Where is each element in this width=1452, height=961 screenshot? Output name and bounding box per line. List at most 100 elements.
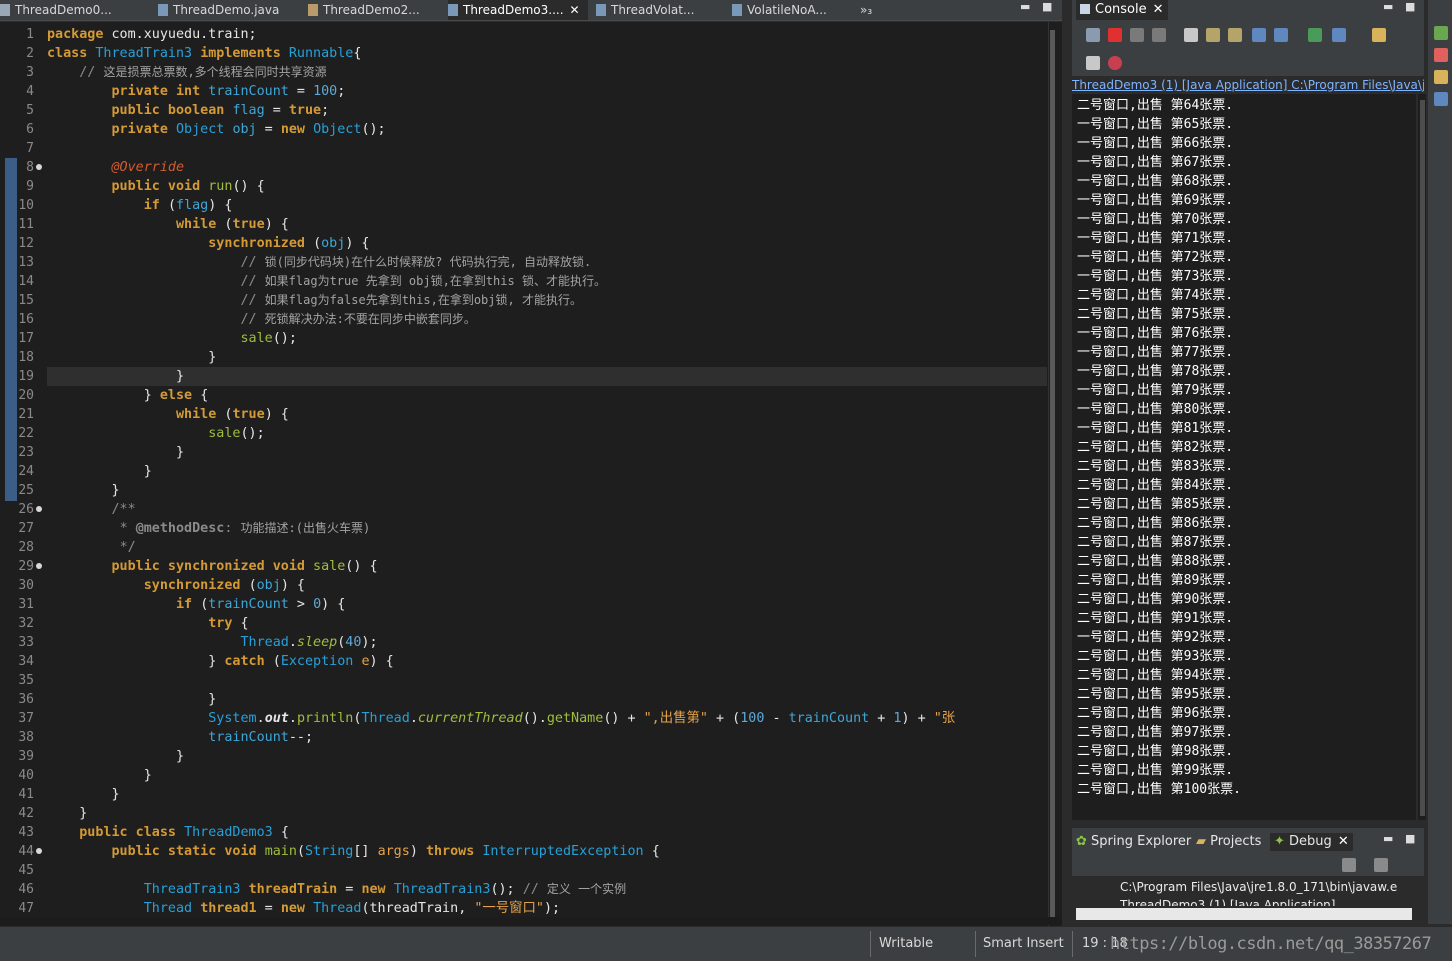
- tab-console[interactable]: Console ✕: [1076, 0, 1168, 20]
- code-line[interactable]: package com.xuyuedu.train;: [47, 25, 257, 44]
- editor-tab-threaddemo0[interactable]: ThreadDemo0...: [0, 0, 150, 20]
- clear-console-icon[interactable]: [1184, 28, 1198, 42]
- code-line[interactable]: public class ThreadDemo3 {: [47, 823, 289, 842]
- display-console-icon[interactable]: [1332, 28, 1346, 42]
- remove-all-icon[interactable]: [1152, 28, 1166, 42]
- code-line[interactable]: // 如果flag为true 先拿到 obj锁,在拿到this 锁、才能执行。: [47, 272, 605, 291]
- new-console-icon[interactable]: [1086, 56, 1100, 70]
- code-line[interactable]: Thread.sleep(40);: [47, 633, 377, 652]
- code-line[interactable]: sale();: [47, 424, 264, 443]
- code-area[interactable]: package com.xuyuedu.train; class ThreadTr…: [47, 22, 1047, 926]
- editor-tab-threaddemo3-active[interactable]: ThreadDemo3.... ✕: [448, 0, 588, 20]
- code-line[interactable]: // 如果flag为false先拿到this,在拿到obj锁, 才能执行。: [47, 291, 581, 310]
- code-line[interactable]: // 这是损票总票数,多个线程会同时共享资源: [47, 63, 326, 82]
- code-line[interactable]: }: [47, 690, 216, 709]
- code-line[interactable]: private int trainCount = 100;: [47, 82, 346, 101]
- remove-launch-icon[interactable]: [1130, 28, 1144, 42]
- code-line[interactable]: @Override: [47, 158, 185, 177]
- minimize-icon[interactable]: ▬: [1020, 1, 1030, 12]
- tab-spring-explorer[interactable]: ✿ Spring Explorer: [1076, 833, 1191, 851]
- tree-row-javaw[interactable]: C:\Program Files\Java\jre1.8.0_171\bin\j…: [1120, 880, 1410, 894]
- remove-terminated-icon[interactable]: [1342, 858, 1356, 872]
- code-line[interactable]: // 锁(同步代码块)在什么时候释放? 代码执行完, 自动释放锁.: [47, 253, 591, 272]
- code-line[interactable]: } catch (Exception e) {: [47, 652, 393, 671]
- editor-scroll-thumb[interactable]: [1050, 30, 1055, 920]
- code-line[interactable]: ThreadTrain3 threadTrain = new ThreadTra…: [47, 880, 626, 899]
- code-line[interactable]: synchronized (obj) {: [47, 234, 369, 253]
- code-line[interactable]: synchronized (obj) {: [47, 576, 305, 595]
- tasks-icon[interactable]: [1434, 70, 1448, 84]
- show-stderr-icon[interactable]: [1274, 28, 1288, 42]
- tab-debug[interactable]: ✦ Debug ✕: [1270, 833, 1353, 851]
- reload-icon[interactable]: [1086, 28, 1100, 42]
- editor-horizontal-scrollbar[interactable]: [0, 917, 1062, 925]
- console-maximize-icon[interactable]: ■: [1405, 1, 1415, 12]
- debug-tree[interactable]: C:\Program Files\Java\jre1.8.0_171\bin\j…: [1072, 876, 1424, 924]
- debug-horizontal-scrollbar[interactable]: [1076, 908, 1412, 920]
- fold-toggle-icon[interactable]: [36, 848, 42, 854]
- terminate-icon[interactable]: [1108, 28, 1122, 42]
- console-output[interactable]: 二号窗口,出售 第64张票. 一号窗口,出售 第65张票. 一号窗口,出售 第66张…: [1072, 94, 1416, 820]
- code-line[interactable]: if (trainCount > 0) {: [47, 595, 345, 614]
- code-line[interactable]: }: [47, 747, 184, 766]
- code-line[interactable]: */: [47, 538, 136, 557]
- bottom-minimize-icon[interactable]: ▬: [1383, 833, 1393, 844]
- console-minimize-icon[interactable]: ▬: [1383, 1, 1393, 12]
- editor-tab-volatilenoa[interactable]: VolatileNoA...: [732, 0, 850, 20]
- show-stdout-icon[interactable]: [1252, 28, 1266, 42]
- editor-tab-threaddemo[interactable]: ThreadDemo.java: [158, 0, 300, 20]
- code-token: Thread: [313, 901, 362, 916]
- code-line[interactable]: }: [47, 785, 119, 804]
- console-close-icon[interactable]: ✕: [1153, 2, 1164, 17]
- code-line[interactable]: /**: [47, 500, 136, 519]
- editor-tab-threaddemo2[interactable]: ThreadDemo2...: [308, 0, 446, 20]
- code-line[interactable]: private Object obj = new Object();: [47, 120, 386, 139]
- bottom-maximize-icon[interactable]: ■: [1405, 833, 1415, 844]
- code-line[interactable]: public void run() {: [47, 177, 265, 196]
- tab-close-icon[interactable]: ✕: [570, 3, 580, 17]
- code-line[interactable]: while (true) {: [47, 405, 289, 424]
- debug-bug-icon[interactable]: [1108, 56, 1122, 70]
- more-tabs-chevron-icon[interactable]: »₃: [860, 0, 890, 20]
- code-line[interactable]: }: [47, 766, 152, 785]
- code-line[interactable]: System.out.println(Thread.currentThread(…: [47, 709, 955, 728]
- code-line[interactable]: while (true) {: [47, 215, 289, 234]
- fold-toggle-icon[interactable]: [36, 563, 42, 569]
- tree-row-launch[interactable]: ThreadDemo3 (1) [Java Application]: [1120, 898, 1410, 906]
- code-line[interactable]: sale();: [47, 329, 296, 348]
- code-line[interactable]: public boolean flag = true;: [47, 101, 330, 120]
- fold-toggle-icon[interactable]: [36, 164, 42, 170]
- code-line[interactable]: class ThreadTrain3 implements Runnable{: [47, 44, 361, 63]
- code-line[interactable]: }: [47, 481, 119, 500]
- code-line[interactable]: }: [47, 348, 216, 367]
- code-line[interactable]: public synchronized void sale() {: [47, 557, 378, 576]
- console-scroll-thumb[interactable]: [1420, 100, 1425, 816]
- word-wrap-icon[interactable]: [1228, 28, 1242, 42]
- maximize-icon[interactable]: ■: [1042, 1, 1052, 12]
- code-line[interactable]: if (flag) {: [47, 196, 233, 215]
- console-output-line: 二号窗口,出售 第98张票.: [1077, 744, 1234, 759]
- scroll-lock-icon[interactable]: [1206, 28, 1220, 42]
- outline-icon[interactable]: [1434, 26, 1448, 40]
- code-line[interactable]: }: [47, 462, 152, 481]
- tab-projects[interactable]: ▰ Projects: [1196, 833, 1261, 851]
- open-console-icon[interactable]: [1372, 28, 1386, 42]
- code-editor[interactable]: 1 2 3 4 5 6 7 8 9 10 11 12 13 14 15 16 17 18 19 20 21 22 23 24 2…: [0, 21, 1062, 926]
- restore-icon[interactable]: [1434, 92, 1448, 106]
- editor-tab-threadvolat[interactable]: ThreadVolat...: [596, 0, 724, 20]
- code-line[interactable]: * @methodDesc: 功能描述:(出售火车票): [47, 519, 371, 538]
- problems-icon[interactable]: [1434, 48, 1448, 62]
- code-line[interactable]: }: [47, 367, 184, 386]
- code-line[interactable]: public static void main(String[] args) t…: [47, 842, 660, 861]
- code-line[interactable]: try {: [47, 614, 248, 633]
- debug-close-icon[interactable]: ✕: [1338, 834, 1349, 849]
- code-line[interactable]: } else {: [47, 386, 209, 405]
- code-line[interactable]: Thread thread1 = new Thread(threadTrain,…: [47, 899, 560, 918]
- pin-console-icon[interactable]: [1308, 28, 1322, 42]
- code-line[interactable]: }: [47, 443, 184, 462]
- code-line[interactable]: trainCount--;: [47, 728, 313, 747]
- code-line[interactable]: // 死锁解决办法:不要在同步中嵌套同步。: [47, 310, 475, 329]
- debug-view-menu-icon[interactable]: [1374, 858, 1388, 872]
- code-line[interactable]: }: [47, 804, 87, 823]
- fold-toggle-icon[interactable]: [36, 506, 42, 512]
